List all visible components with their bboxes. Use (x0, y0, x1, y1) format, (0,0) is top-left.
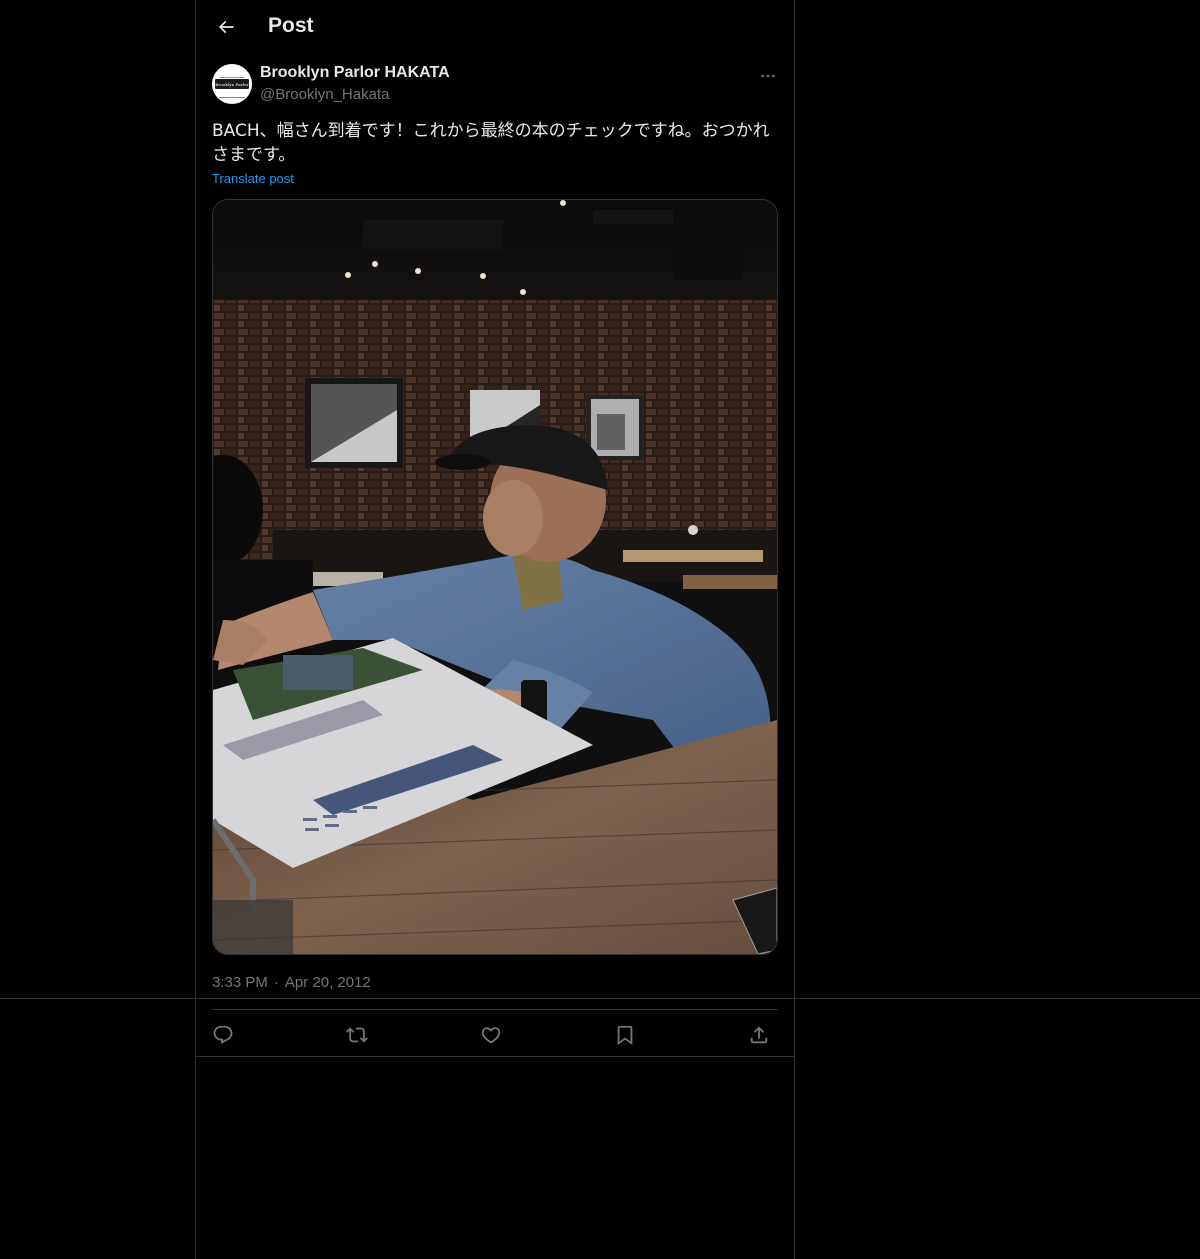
author-name[interactable]: Brooklyn Parlor HAKATA (260, 64, 450, 82)
main-column: Post Brooklyn Parlor Brooklyn Parlor HAK… (195, 0, 795, 1259)
post-time: 3:33 PM (212, 974, 268, 991)
reply-button[interactable] (208, 1020, 238, 1050)
repost-icon (346, 1027, 368, 1043)
post-date: Apr 20, 2012 (284, 974, 371, 991)
post-photo[interactable] (212, 199, 778, 955)
photo-illustration (213, 200, 777, 954)
heart-icon (481, 1027, 501, 1044)
like-button[interactable] (476, 1020, 506, 1050)
action-bar-divider (196, 1056, 794, 1057)
more-button[interactable] (756, 64, 780, 88)
page-title: Post (268, 14, 314, 37)
avatar-plate: Brooklyn Parlor (215, 79, 249, 89)
arrow-left-icon (218, 20, 234, 34)
share-button[interactable] (744, 1020, 774, 1050)
avatar-skyline (220, 71, 244, 78)
timestamp-separator: · (273, 974, 279, 991)
bookmark-button[interactable] (610, 1020, 640, 1050)
action-bar (212, 1009, 778, 1058)
post-timestamp[interactable]: 3:33 PM · Apr 20, 2012 (212, 974, 371, 991)
bookmark-icon (617, 1025, 633, 1046)
back-button[interactable] (212, 13, 240, 41)
avatar-logo-text: Brooklyn Parlor (215, 81, 249, 87)
author-handle[interactable]: @Brooklyn_Hakata (260, 86, 389, 103)
share-icon (750, 1026, 768, 1044)
post-text: BACH、幅さん到着です！これから最終の本のチェックですね。おつかれさまです。 (212, 121, 770, 165)
avatar-underline (219, 97, 245, 98)
translate-link[interactable]: Translate post (212, 171, 294, 186)
more-horizontal-icon (761, 74, 775, 78)
page-header: Post (196, 0, 794, 54)
repost-button[interactable] (342, 1020, 372, 1050)
avatar[interactable]: Brooklyn Parlor (212, 64, 252, 104)
reply-icon (213, 1025, 233, 1044)
